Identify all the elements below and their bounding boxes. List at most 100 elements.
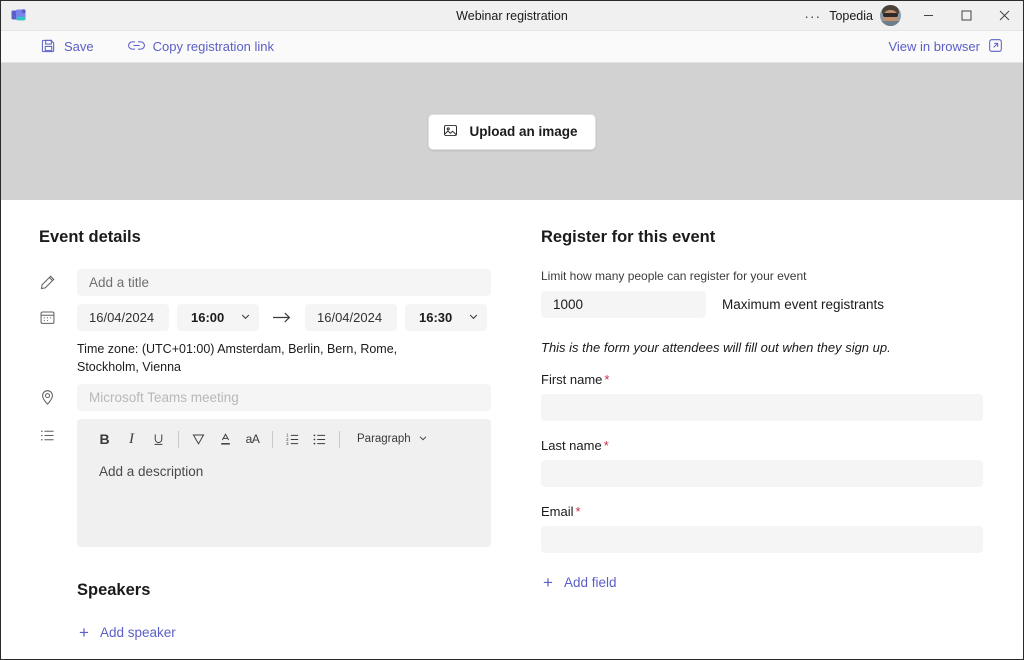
rich-text-toolbar: B I	[77, 419, 491, 459]
speakers-section: Speakers + Add speaker	[39, 581, 491, 645]
view-in-browser-button[interactable]: View in browser	[882, 35, 1009, 59]
email-label: Email*	[541, 504, 983, 519]
form-field: Last name*	[541, 438, 983, 487]
timezone-note: Time zone: (UTC+01:00) Amsterdam, Berlin…	[77, 340, 457, 376]
highlight-color-icon[interactable]	[185, 426, 212, 453]
add-field-button[interactable]: + Add field	[541, 570, 622, 595]
copy-registration-link-label: Copy registration link	[153, 39, 274, 54]
add-speaker-label: Add speaker	[100, 625, 176, 640]
image-icon	[443, 123, 458, 141]
description-input[interactable]: Add a description	[77, 459, 491, 479]
svg-text:3: 3	[286, 441, 289, 446]
plus-icon: +	[79, 624, 89, 641]
command-bar: Save Copy registration link View in brow…	[1, 31, 1023, 63]
bulleted-list-icon[interactable]	[306, 426, 333, 453]
upload-image-label: Upload an image	[469, 124, 577, 139]
registration-column: Register for this event Limit how many p…	[517, 228, 1023, 659]
required-asterisk: *	[604, 438, 609, 453]
open-external-icon	[988, 38, 1003, 56]
event-location-body: Microsoft Teams meeting	[77, 384, 491, 411]
end-date-picker[interactable]: 16/04/2024	[305, 304, 397, 331]
teams-webinar-registration-window: Webinar registration ··· Topedia	[0, 0, 1024, 660]
teams-icon	[1, 1, 37, 31]
pencil-icon	[39, 269, 77, 291]
title-bar-right: ··· Topedia	[796, 1, 1023, 31]
save-button[interactable]: Save	[35, 35, 100, 59]
first-name-input[interactable]	[541, 394, 983, 421]
start-time-value: 16:00	[191, 310, 224, 325]
datetime-controls: 16/04/2024 16:00	[77, 304, 491, 331]
font-color-icon[interactable]	[212, 426, 239, 453]
first-name-label: First name*	[541, 372, 983, 387]
save-label: Save	[64, 39, 94, 54]
event-description-row: B I	[39, 419, 491, 547]
save-icon	[41, 38, 56, 56]
registration-limit-helper: Limit how many people can register for y…	[541, 269, 983, 283]
font-size-icon[interactable]: aA	[239, 426, 266, 453]
description-list-icon	[39, 419, 77, 444]
chevron-down-icon	[418, 433, 428, 446]
max-registrants-input[interactable]: 1000	[541, 291, 706, 318]
event-location-input[interactable]: Microsoft Teams meeting	[77, 384, 491, 411]
content-area: Event details Add a title	[1, 200, 1023, 659]
plus-icon: +	[543, 574, 553, 591]
end-time-dropdown[interactable]: 16:30	[405, 304, 487, 331]
minimize-button[interactable]	[909, 1, 947, 31]
email-input[interactable]	[541, 526, 983, 553]
last-name-input[interactable]	[541, 460, 983, 487]
avatar[interactable]	[880, 5, 901, 26]
paragraph-style-dropdown[interactable]: Paragraph	[350, 429, 435, 450]
upload-image-button[interactable]: Upload an image	[428, 114, 595, 150]
arrow-right-icon	[272, 311, 292, 324]
event-banner: Upload an image	[1, 63, 1023, 200]
view-in-browser-label: View in browser	[888, 39, 980, 54]
avatar-shirt	[880, 21, 901, 26]
event-description-body: B I	[77, 419, 491, 547]
numbered-list-icon[interactable]: 1 2 3	[279, 426, 306, 453]
form-field: First name*	[541, 372, 983, 421]
link-icon	[128, 38, 145, 56]
overflow-menu-icon[interactable]: ···	[796, 9, 829, 23]
title-bar: Webinar registration ··· Topedia	[1, 1, 1023, 31]
event-details-title: Event details	[39, 228, 491, 247]
avatar-glasses	[883, 13, 898, 17]
event-details-column: Event details Add a title	[1, 228, 517, 659]
bold-icon[interactable]: B	[91, 426, 118, 453]
registration-fields: First name* Last name* Email*	[541, 372, 983, 553]
maximize-button[interactable]	[947, 1, 985, 31]
chevron-down-icon	[240, 310, 251, 325]
form-field: Email*	[541, 504, 983, 553]
event-location-row: Microsoft Teams meeting	[39, 384, 491, 411]
required-asterisk: *	[576, 504, 581, 519]
copy-registration-link-button[interactable]: Copy registration link	[122, 35, 280, 59]
location-pin-icon	[39, 384, 77, 406]
description-editor: B I	[77, 419, 491, 547]
start-date-picker[interactable]: 16/04/2024	[77, 304, 169, 331]
event-datetime-body: 16/04/2024 16:00	[77, 304, 491, 376]
max-registrants-label: Maximum event registrants	[722, 297, 884, 312]
chevron-down-icon	[468, 310, 479, 325]
toolbar-separator	[272, 431, 273, 448]
italic-icon[interactable]: I	[118, 426, 145, 453]
required-asterisk: *	[604, 372, 609, 387]
calendar-icon	[39, 304, 77, 326]
add-speaker-button[interactable]: + Add speaker	[77, 620, 182, 645]
event-title-body: Add a title	[77, 269, 491, 296]
toolbar-separator	[339, 431, 340, 448]
close-button[interactable]	[985, 1, 1023, 31]
window-controls	[909, 1, 1023, 31]
toolbar-separator	[178, 431, 179, 448]
registration-title: Register for this event	[541, 228, 983, 247]
registration-form-note: This is the form your attendees will fil…	[541, 340, 983, 355]
event-title-input[interactable]: Add a title	[77, 269, 491, 296]
speakers-title: Speakers	[77, 581, 491, 600]
underline-icon[interactable]	[145, 426, 172, 453]
event-datetime-row: 16/04/2024 16:00	[39, 304, 491, 376]
paragraph-style-label: Paragraph	[357, 433, 411, 445]
account-name[interactable]: Topedia	[829, 9, 880, 23]
last-name-label: Last name*	[541, 438, 983, 453]
end-time-value: 16:30	[419, 310, 452, 325]
start-time-dropdown[interactable]: 16:00	[177, 304, 259, 331]
add-field-label: Add field	[564, 575, 617, 590]
event-title-row: Add a title	[39, 269, 491, 296]
